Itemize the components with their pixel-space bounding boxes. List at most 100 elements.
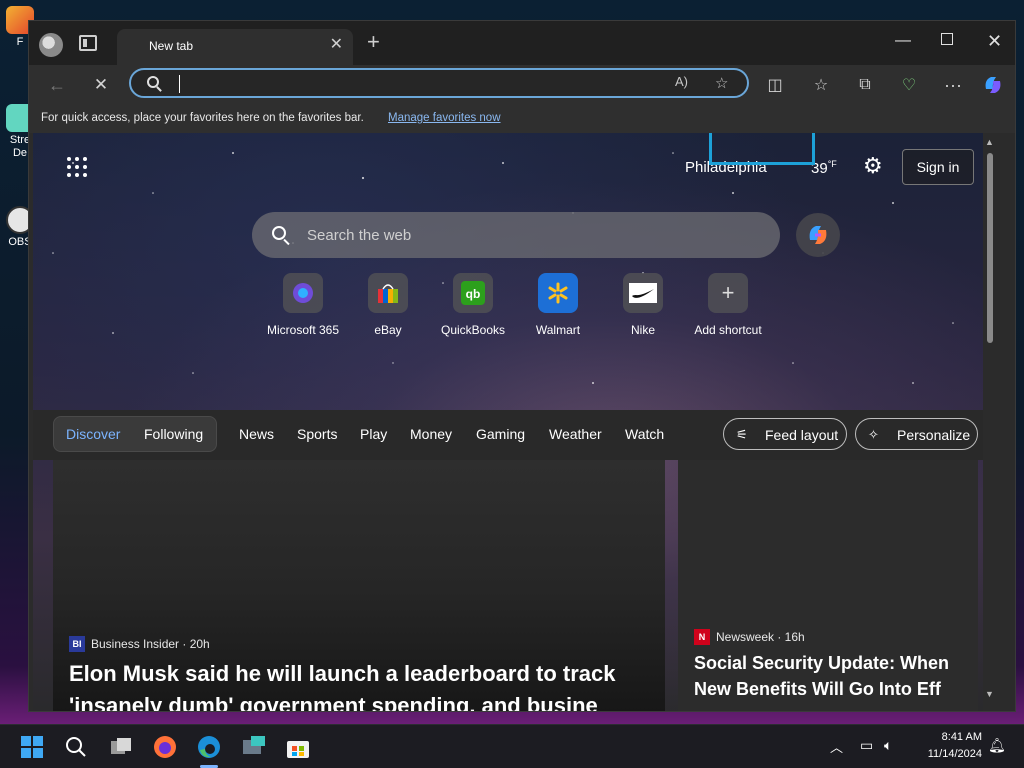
browser-essentials-icon[interactable]: ♡ <box>897 73 921 97</box>
firefox-icon <box>154 736 176 758</box>
network-icon[interactable]: ▭ <box>860 737 873 754</box>
tab-following[interactable]: Following <box>144 426 203 442</box>
split-screen-icon[interactable]: ◫ <box>763 73 787 97</box>
scrollbar-thumb[interactable] <box>987 153 993 343</box>
tab-discover[interactable]: Discover <box>66 426 120 442</box>
copilot-button[interactable] <box>796 213 840 257</box>
task-view-icon <box>111 738 131 754</box>
remote-desktop-icon <box>243 736 265 754</box>
taskbar-store[interactable] <box>284 733 312 761</box>
feed-layout-label: Feed layout <box>765 427 839 443</box>
taskbar-app[interactable] <box>240 733 268 761</box>
news-card[interactable]: N Newsweek · 16h Social Security Update:… <box>678 460 978 711</box>
taskbar-edge[interactable] <box>195 733 223 761</box>
walmart-icon <box>548 282 568 304</box>
tab-title: New tab <box>149 39 194 53</box>
read-aloud-icon[interactable]: A) <box>675 74 688 89</box>
show-hidden-icons-chevron-icon[interactable]: ︿ <box>830 737 843 756</box>
settings-gear-icon[interactable]: ⚙ <box>863 155 883 177</box>
taskbar: ︿ ▭ 🔈︎ 8:41 AM 11/14/2024 🔔︎ <box>0 724 1024 768</box>
notification-bell-icon[interactable]: 🔔︎ <box>988 737 1006 754</box>
news-card[interactable]: BI Business Insider · 20h Elon Musk said… <box>53 460 665 711</box>
copilot-icon[interactable] <box>981 73 1005 97</box>
shortcut-walmart[interactable]: Walmart <box>513 273 603 337</box>
tab-actions-icon[interactable] <box>79 35 97 51</box>
tab-watch[interactable]: Watch <box>625 426 664 442</box>
tab-new-tab[interactable]: New tab ✕ <box>117 29 353 65</box>
tab-weather[interactable]: Weather <box>549 426 602 442</box>
tab-money[interactable]: Money <box>410 426 452 442</box>
new-tab-page: Philadelphia 39°F ⚙ Sign in Search the w… <box>33 133 997 711</box>
web-search-box[interactable]: Search the web <box>252 212 780 258</box>
minimize-icon[interactable]: — <box>895 31 911 51</box>
browser-toolbar: ← ✕ A) ☆ ◫ ☆ ⧉ ♡ ··· <box>29 65 1015 105</box>
page-scrollbar[interactable]: ▲ ▼ <box>983 133 997 711</box>
shortcut-ebay[interactable]: eBay <box>343 273 433 337</box>
profile-avatar[interactable] <box>39 33 63 57</box>
search-icon <box>272 226 286 240</box>
feed-layout-button[interactable]: ⚟ Feed layout <box>723 418 847 450</box>
address-input[interactable] <box>179 74 659 94</box>
feed-navigation: Discover Following News Sports Play Mone… <box>33 410 983 460</box>
news-source: N Newsweek · 16h <box>694 629 805 645</box>
shortcut-label: QuickBooks <box>440 323 506 337</box>
quickbooks-icon: qb <box>461 281 485 305</box>
more-options-icon[interactable]: ··· <box>941 73 965 97</box>
highlight-box <box>709 133 815 165</box>
personalize-label: Personalize <box>897 427 971 443</box>
microsoft-365-icon <box>293 283 313 303</box>
favorite-star-icon[interactable]: ☆ <box>715 74 728 92</box>
system-clock[interactable]: 8:41 AM 11/14/2024 <box>918 729 982 763</box>
sparkle-icon: ✧ <box>868 427 879 442</box>
sign-in-button[interactable]: Sign in <box>902 149 974 185</box>
windows-icon <box>21 736 43 758</box>
taskbar-search[interactable] <box>62 733 90 761</box>
tab-strip: New tab ✕ + — ✕ <box>29 21 1015 65</box>
shortcut-microsoft-365[interactable]: Microsoft 365 <box>258 273 348 337</box>
apps-grid-icon[interactable] <box>67 157 87 177</box>
scroll-down-icon[interactable]: ▼ <box>985 689 994 699</box>
tab-sports[interactable]: Sports <box>297 426 337 442</box>
text-caret <box>179 75 180 93</box>
news-source-label: Business Insider · 20h <box>91 637 210 651</box>
shortcut-label: Microsoft 365 <box>266 323 340 337</box>
close-tab-icon[interactable]: ✕ <box>330 37 343 53</box>
shortcut-label: Add shortcut <box>694 323 762 337</box>
collections-icon[interactable]: ⧉ <box>853 73 877 97</box>
personalize-button[interactable]: ✧ Personalize <box>855 418 978 450</box>
nike-icon <box>629 283 657 303</box>
stop-loading-icon[interactable]: ✕ <box>89 73 113 97</box>
clock-date: 11/14/2024 <box>927 748 982 760</box>
back-arrow-icon[interactable]: ← <box>45 73 69 97</box>
news-headline[interactable]: Elon Musk said he will launch a leaderbo… <box>69 658 649 711</box>
scroll-up-icon[interactable]: ▲ <box>985 137 994 147</box>
plus-icon: + <box>708 273 748 313</box>
address-bar[interactable]: A) ☆ <box>129 68 749 98</box>
news-source: BI Business Insider · 20h <box>69 636 210 652</box>
shortcut-quickbooks[interactable]: qb QuickBooks <box>428 273 518 337</box>
maximize-icon[interactable] <box>941 33 953 45</box>
new-tab-plus-icon[interactable]: + <box>367 31 380 53</box>
shortcut-label: eBay <box>374 323 402 337</box>
news-headline[interactable]: Social Security Update: When New Benefit… <box>694 650 969 702</box>
start-button[interactable] <box>18 733 46 761</box>
search-icon <box>147 76 159 88</box>
sliders-icon: ⚟ <box>736 427 748 442</box>
close-window-icon[interactable]: ✕ <box>987 31 1002 51</box>
tab-gaming[interactable]: Gaming <box>476 426 525 442</box>
ebay-icon <box>378 284 398 303</box>
microsoft-store-icon <box>287 741 309 758</box>
copilot-icon <box>809 226 827 244</box>
news-source-label: Newsweek · 16h <box>716 630 805 644</box>
tab-play[interactable]: Play <box>360 426 387 442</box>
task-view-button[interactable] <box>107 733 135 761</box>
favorites-bar: For quick access, place your favorites h… <box>29 105 1015 133</box>
tab-news[interactable]: News <box>239 426 274 442</box>
manage-favorites-link[interactable]: Manage favorites now <box>388 112 501 124</box>
taskbar-firefox[interactable] <box>151 733 179 761</box>
shortcut-label: Nike <box>630 323 655 337</box>
volume-icon[interactable]: 🔈︎ <box>884 737 892 754</box>
favorites-icon[interactable]: ☆ <box>809 73 833 97</box>
add-shortcut-button[interactable]: + Add shortcut <box>683 273 773 337</box>
shortcut-nike[interactable]: Nike <box>598 273 688 337</box>
